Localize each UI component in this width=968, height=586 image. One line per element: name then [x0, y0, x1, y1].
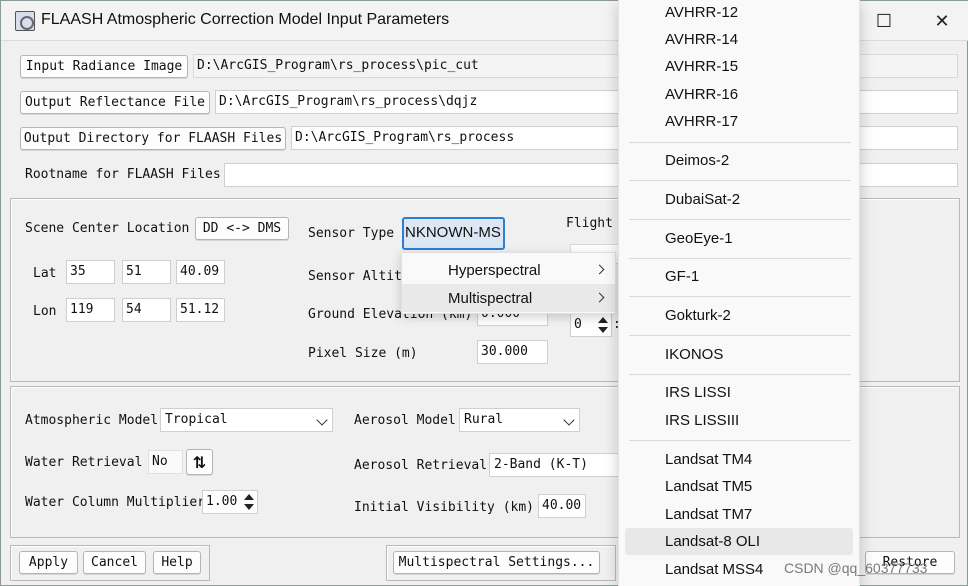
chevron-right-icon	[594, 264, 605, 275]
water-retrieval-label: Water Retrieval	[25, 455, 143, 470]
sensor-altitude-label: Sensor Altitu	[308, 269, 410, 284]
sensor-item[interactable]: GF-1	[619, 263, 859, 290]
lon-minutes-field[interactable]: 54	[122, 298, 171, 322]
app-icon	[15, 11, 35, 31]
sensor-item[interactable]: IRS LISSI	[619, 379, 859, 406]
flight-time-value: 0	[574, 317, 582, 332]
sensor-category-menu: Hyperspectral Multispectral	[401, 252, 616, 314]
flight-label: Flight	[566, 216, 613, 231]
pixel-size-field[interactable]: 30.000	[477, 340, 548, 364]
lat-label: Lat	[33, 266, 57, 281]
chevron-down-icon	[563, 414, 575, 426]
lat-minutes-field[interactable]: 51	[122, 260, 171, 284]
chevron-right-icon	[594, 292, 605, 303]
sensor-item-highlighted[interactable]: Landsat-8 OLI	[625, 528, 853, 555]
flight-time-spinner-icon[interactable]	[596, 315, 610, 335]
cancel-button[interactable]: Cancel	[83, 551, 146, 574]
menu-separator	[629, 142, 851, 143]
output-directory-button[interactable]: Output Directory for FLAASH Files	[20, 127, 286, 150]
water-column-multiplier-value: 1.00	[206, 494, 238, 509]
watermark-text: CSDN @qq_60377733	[784, 560, 928, 576]
sensor-item[interactable]: AVHRR-12	[619, 0, 859, 26]
apply-button[interactable]: Apply	[19, 551, 78, 574]
menu-separator	[629, 219, 851, 220]
sensor-item[interactable]: GeoEye-1	[619, 225, 859, 252]
sensor-item[interactable]: IRS LISSIII	[619, 407, 859, 434]
aerosol-model-value: Rural	[464, 412, 504, 427]
atmospheric-model-value: Tropical	[165, 412, 228, 427]
water-column-multiplier-label: Water Column Multiplier	[25, 495, 206, 510]
menu-item-hyperspectral[interactable]: Hyperspectral	[402, 256, 615, 284]
flight-time-field[interactable]: 0	[570, 313, 612, 337]
aerosol-model-select[interactable]: Rural	[459, 408, 580, 432]
sensor-item[interactable]: DubaiSat-2	[619, 186, 859, 213]
aerosol-model-label: Aerosol Model	[354, 413, 456, 428]
menu-separator	[629, 296, 851, 297]
lon-degrees-field[interactable]: 119	[66, 298, 115, 322]
sensor-item[interactable]: Landsat TM7	[619, 501, 859, 528]
lon-label: Lon	[33, 304, 57, 319]
pixel-size-label: Pixel Size (m)	[308, 346, 418, 361]
lon-seconds-field[interactable]: 51.12	[176, 298, 225, 322]
atmospheric-model-select[interactable]: Tropical	[160, 408, 333, 432]
aerosol-retrieval-select[interactable]: 2-Band (K-T)	[489, 453, 621, 477]
initial-visibility-label: Initial Visibility (km)	[354, 500, 535, 515]
sensor-item[interactable]: AVHRR-16	[619, 81, 859, 108]
menu-separator	[629, 335, 851, 336]
sensor-item[interactable]: IKONOS	[619, 341, 859, 368]
rootname-label: Rootname for FLAASH Files	[25, 167, 221, 182]
multispectral-settings-button[interactable]: Multispectral Settings...	[393, 551, 600, 574]
aerosol-retrieval-value: 2-Band (K-T)	[494, 457, 588, 472]
window-title: FLAASH Atmospheric Correction Model Inpu…	[41, 11, 450, 28]
water-retrieval-toggle-icon[interactable]: ⇅	[186, 449, 213, 475]
scene-center-label: Scene Center Location	[25, 221, 190, 236]
initial-visibility-field[interactable]: 40.00	[538, 494, 586, 518]
menu-separator	[629, 180, 851, 181]
input-radiance-button[interactable]: Input Radiance Image	[20, 55, 188, 78]
water-column-multiplier-field[interactable]: 1.00	[202, 490, 258, 514]
multispectral-sensor-menu: AVHRR-12 AVHRR-14 AVHRR-15 AVHRR-16 AVHR…	[618, 0, 860, 586]
atmospheric-model-label: Atmospheric Model	[25, 413, 159, 428]
sensor-type-label: Sensor Type	[308, 226, 395, 241]
help-button[interactable]: Help	[153, 551, 201, 574]
menu-separator	[629, 258, 851, 259]
water-retrieval-value: No	[148, 450, 183, 474]
sensor-item[interactable]: Landsat TM5	[619, 473, 859, 500]
output-reflectance-button[interactable]: Output Reflectance File	[20, 91, 210, 114]
lat-seconds-field[interactable]: 40.09	[176, 260, 225, 284]
menu-item-label: Multispectral	[448, 289, 533, 307]
aerosol-retrieval-label: Aerosol Retrieval	[354, 458, 488, 473]
sensor-item[interactable]: AVHRR-15	[619, 53, 859, 80]
close-button[interactable]: ✕	[919, 1, 965, 41]
sensor-item[interactable]: AVHRR-17	[619, 108, 859, 135]
menu-item-multispectral[interactable]: Multispectral	[402, 284, 615, 312]
sensor-item[interactable]: Deimos-2	[619, 147, 859, 174]
sensor-item[interactable]: Gokturk-2	[619, 302, 859, 329]
sensor-item[interactable]: AVHRR-14	[619, 26, 859, 53]
sensor-item[interactable]: Landsat TM4	[619, 446, 859, 473]
menu-item-label: Hyperspectral	[448, 261, 541, 279]
lat-degrees-field[interactable]: 35	[66, 260, 115, 284]
chevron-down-icon	[316, 414, 328, 426]
menu-separator	[629, 374, 851, 375]
dd-dms-button[interactable]: DD <-> DMS	[195, 217, 289, 240]
sensor-type-dropdown[interactable]: NKNOWN-MS	[402, 217, 505, 250]
menu-separator	[629, 440, 851, 441]
water-column-spinner-icon[interactable]	[242, 492, 256, 512]
maximize-button[interactable]: ☐	[861, 1, 907, 41]
